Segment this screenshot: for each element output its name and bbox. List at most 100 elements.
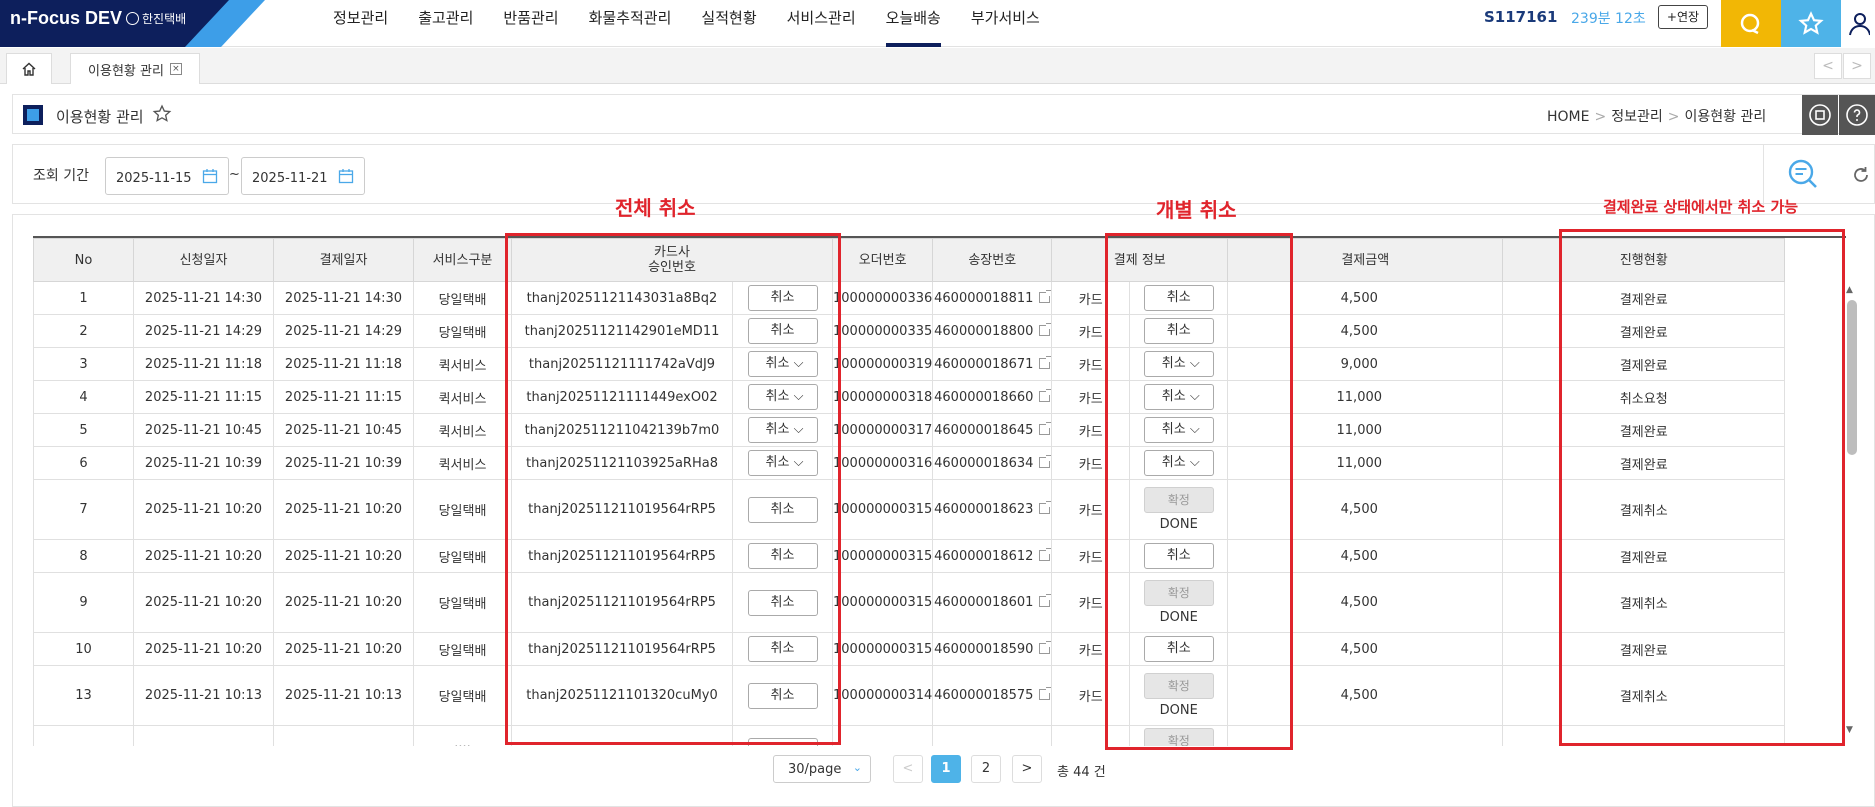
menu-outbound[interactable]: 출고관리 bbox=[403, 0, 488, 47]
item-cancel-dropdown[interactable]: 취소 ⌵ bbox=[1143, 351, 1214, 377]
table-row[interactable]: 6 2025-11-21 10:39 2025-11-21 10:39 퀵서비스 tha… bbox=[33, 446, 1786, 480]
refresh-icon[interactable] bbox=[1851, 165, 1871, 185]
col-payment-date[interactable]: 결제일자 bbox=[273, 238, 414, 282]
all-cancel-dropdown[interactable]: 취소 ⌵ bbox=[747, 351, 818, 377]
col-order-no[interactable]: 오더번호 bbox=[831, 238, 934, 282]
calendar-icon[interactable] bbox=[202, 168, 218, 184]
breadcrumb-info[interactable]: 정보관리 bbox=[1611, 109, 1663, 125]
all-cancel-button[interactable]: 취소 bbox=[747, 496, 818, 523]
col-request-date[interactable]: 신청일자 bbox=[133, 238, 274, 282]
all-cancel-button[interactable]: 취소 bbox=[747, 589, 818, 616]
menu-performance[interactable]: 실적현황 bbox=[686, 0, 771, 47]
invoice-link[interactable]: 460000018590 bbox=[934, 642, 1033, 657]
cell-invoice-no[interactable]: 460000018601 bbox=[932, 572, 1053, 633]
header-search-button[interactable] bbox=[1721, 0, 1781, 47]
invoice-link[interactable]: 460000018575 bbox=[934, 688, 1033, 703]
invoice-link[interactable]: 460000018671 bbox=[934, 357, 1033, 372]
all-cancel-button[interactable]: 취소 bbox=[747, 318, 818, 344]
external-link-icon[interactable] bbox=[1039, 421, 1051, 435]
cell-invoice-no[interactable]: 460000018671 bbox=[932, 347, 1053, 381]
breadcrumb-home[interactable]: HOME bbox=[1547, 109, 1589, 125]
search-icon[interactable] bbox=[1786, 157, 1820, 191]
calendar-icon[interactable] bbox=[338, 168, 354, 184]
star-icon[interactable] bbox=[152, 104, 172, 124]
print-button[interactable] bbox=[1802, 95, 1838, 135]
external-link-icon[interactable] bbox=[1039, 594, 1051, 607]
item-cancel-button[interactable]: 취소 bbox=[1143, 318, 1214, 344]
all-cancel-button[interactable]: 취소 bbox=[747, 543, 818, 569]
external-link-icon[interactable] bbox=[1039, 289, 1051, 303]
help-button[interactable] bbox=[1839, 95, 1875, 135]
col-no[interactable]: No bbox=[33, 238, 134, 282]
col-approval-no[interactable]: 카드사 승인번호 bbox=[511, 238, 833, 282]
table-row[interactable]: 7 2025-11-21 10:20 2025-11-21 10:20 당일택배 tha… bbox=[33, 479, 1786, 540]
header-user-button[interactable] bbox=[1841, 0, 1875, 47]
item-cancel-button[interactable]: 취소 bbox=[1143, 636, 1214, 662]
cell-invoice-no[interactable]: 460000018575 bbox=[932, 665, 1053, 726]
menu-info[interactable]: 정보관리 bbox=[318, 0, 403, 47]
all-cancel-button[interactable]: 취소 bbox=[747, 682, 818, 709]
close-icon[interactable]: × bbox=[169, 63, 182, 75]
per-page-select[interactable]: 30/page ⌄ bbox=[773, 755, 871, 783]
menu-return[interactable]: 반품관리 bbox=[488, 0, 573, 47]
page-1-button[interactable]: 1 bbox=[931, 755, 961, 783]
cell-invoice-no[interactable]: 460000018811 bbox=[932, 281, 1053, 315]
item-cancel-dropdown[interactable]: 취소 ⌵ bbox=[1143, 450, 1214, 476]
cell-invoice-no[interactable]: 460000018634 bbox=[932, 446, 1053, 480]
menu-tracking[interactable]: 화물추적관리 bbox=[574, 0, 687, 47]
all-cancel-button[interactable] bbox=[747, 738, 818, 746]
date-to-input[interactable]: 2025-11-21 bbox=[241, 157, 365, 195]
col-invoice-no[interactable]: 송장번호 bbox=[932, 238, 1053, 282]
cell-invoice-no[interactable]: 460000018623 bbox=[932, 479, 1053, 540]
table-row[interactable]: ···· 확정 bbox=[33, 725, 1786, 746]
item-cancel-dropdown[interactable]: 취소 ⌵ bbox=[1143, 384, 1214, 410]
col-amount[interactable]: 결제금액 bbox=[1227, 238, 1504, 282]
page-prev-button[interactable]: < bbox=[893, 755, 923, 783]
grid-scroll-thumb[interactable] bbox=[1847, 300, 1857, 455]
col-service-type[interactable]: 서비스구분 bbox=[413, 238, 512, 282]
external-link-icon[interactable] bbox=[1039, 501, 1051, 514]
invoice-link[interactable]: 460000018800 bbox=[934, 324, 1033, 339]
col-status[interactable]: 진행현황 bbox=[1502, 238, 1786, 282]
external-link-icon[interactable] bbox=[1039, 547, 1051, 561]
invoice-link[interactable]: 460000018645 bbox=[934, 423, 1033, 438]
tab-usage-status[interactable]: 이용현황 관리 × bbox=[70, 53, 200, 84]
table-row[interactable]: 8 2025-11-21 10:20 2025-11-21 10:20 당일택배 tha… bbox=[33, 539, 1786, 573]
page-2-button[interactable]: 2 bbox=[971, 755, 1001, 783]
cell-invoice-no[interactable]: 460000018660 bbox=[932, 380, 1053, 414]
external-link-icon[interactable] bbox=[1039, 640, 1051, 654]
menu-service[interactable]: 서비스관리 bbox=[772, 0, 871, 47]
menu-extra-service[interactable]: 부가서비스 bbox=[956, 0, 1055, 47]
invoice-link[interactable]: 460000018601 bbox=[934, 595, 1033, 610]
table-row[interactable]: 2 2025-11-21 14:29 2025-11-21 14:29 당일택배 tha… bbox=[33, 314, 1786, 348]
item-cancel-button[interactable]: 취소 bbox=[1143, 285, 1214, 311]
extend-session-button[interactable]: +연장 bbox=[1658, 5, 1708, 29]
external-link-icon[interactable] bbox=[1039, 388, 1051, 402]
invoice-link[interactable]: 460000018634 bbox=[934, 456, 1033, 471]
table-row[interactable]: 4 2025-11-21 11:15 2025-11-21 11:15 퀵서비스 tha… bbox=[33, 380, 1786, 414]
tab-next-button[interactable]: > bbox=[1843, 53, 1871, 79]
cell-invoice-no[interactable]: 460000018800 bbox=[932, 314, 1053, 348]
table-row[interactable]: 1 2025-11-21 14:30 2025-11-21 14:30 당일택배 tha… bbox=[33, 281, 1786, 315]
invoice-link[interactable]: 460000018811 bbox=[934, 291, 1033, 306]
header-favorite-button[interactable] bbox=[1781, 0, 1841, 47]
scroll-up-arrow[interactable]: ▲ bbox=[1846, 285, 1853, 295]
all-cancel-dropdown[interactable]: 취소 ⌵ bbox=[747, 417, 818, 443]
date-from-input[interactable]: 2025-11-15 bbox=[105, 157, 229, 195]
all-cancel-button[interactable]: 취소 bbox=[747, 285, 818, 311]
all-cancel-dropdown[interactable]: 취소 ⌵ bbox=[747, 384, 818, 410]
all-cancel-dropdown[interactable]: 취소 ⌵ bbox=[747, 450, 818, 476]
cell-invoice-no[interactable]: 460000018612 bbox=[932, 539, 1053, 573]
external-link-icon[interactable] bbox=[1039, 687, 1051, 700]
cell-invoice-no[interactable]: 460000018590 bbox=[932, 632, 1053, 666]
menu-today-delivery[interactable]: 오늘배송 bbox=[871, 0, 956, 47]
scroll-down-arrow[interactable]: ▼ bbox=[1846, 725, 1853, 735]
table-row[interactable]: 13 2025-11-21 10:13 2025-11-21 10:13 당일택배 th… bbox=[33, 665, 1786, 726]
invoice-link[interactable]: 460000018623 bbox=[934, 502, 1033, 517]
table-row[interactable]: 3 2025-11-21 11:18 2025-11-21 11:18 퀵서비스 tha… bbox=[33, 347, 1786, 381]
page-next-button[interactable]: > bbox=[1012, 755, 1042, 783]
table-row[interactable]: 9 2025-11-21 10:20 2025-11-21 10:20 당일택배 tha… bbox=[33, 572, 1786, 633]
table-row[interactable]: 10 2025-11-21 10:20 2025-11-21 10:20 당일택배 th… bbox=[33, 632, 1786, 666]
item-cancel-button[interactable]: 취소 bbox=[1143, 543, 1214, 569]
external-link-icon[interactable] bbox=[1039, 454, 1051, 468]
